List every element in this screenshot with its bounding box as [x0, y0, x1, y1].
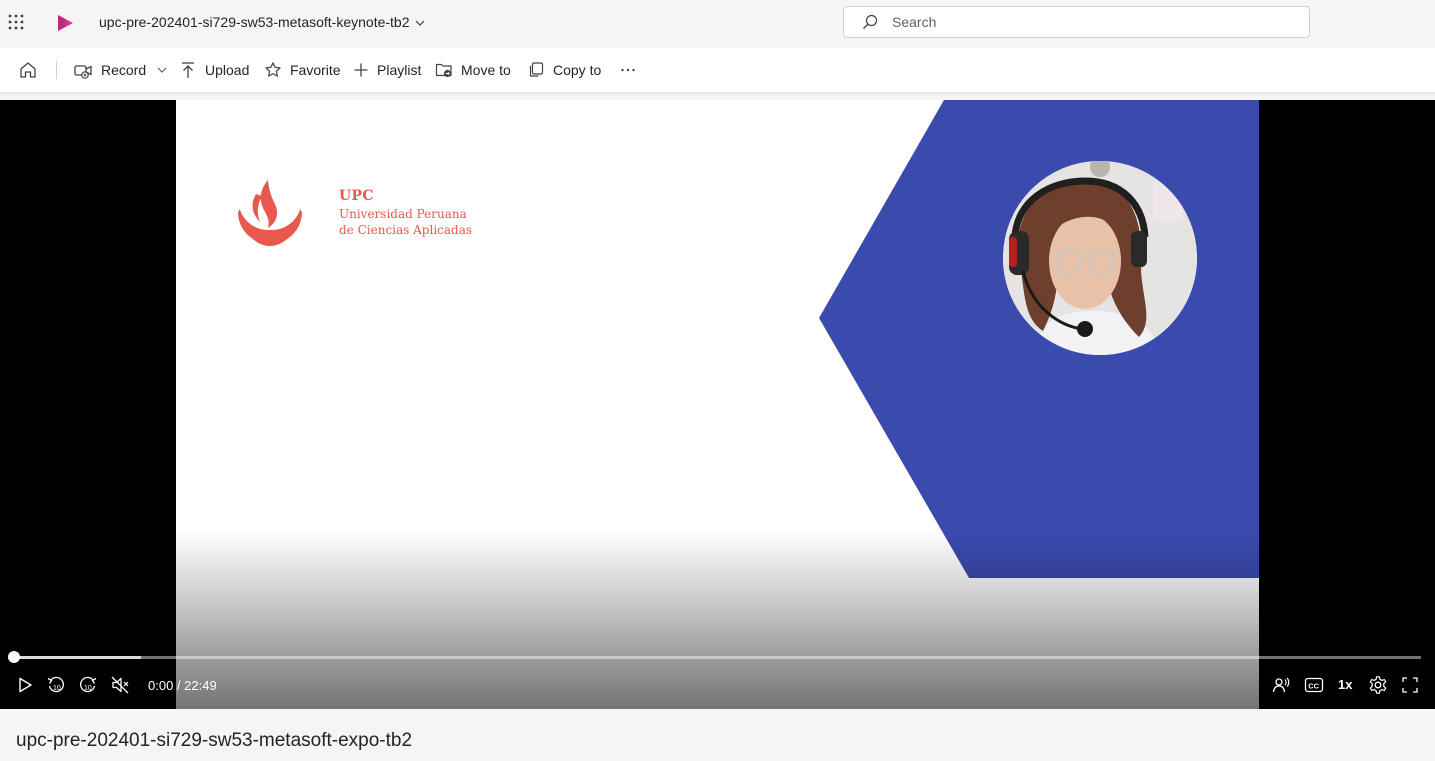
brand-line-2: de Ciencias Aplicadas: [339, 223, 473, 237]
settings-button[interactable]: [1367, 674, 1389, 696]
record-label: Record: [101, 62, 147, 78]
audio-description-button[interactable]: [1270, 674, 1292, 696]
chevron-down-icon: [157, 67, 167, 73]
time-separator: /: [173, 678, 185, 693]
playlist-label: Playlist: [377, 62, 422, 78]
mute-button[interactable]: [109, 674, 131, 696]
seek-bar[interactable]: [8, 651, 1421, 663]
playlist-button[interactable]: Playlist: [353, 48, 421, 92]
svg-text:10: 10: [53, 685, 61, 692]
document-title: upc-pre-202401-si729-sw53-metasoft-keyno…: [99, 14, 410, 30]
record-button[interactable]: Record: [73, 48, 168, 92]
rewind-10-button[interactable]: 10: [45, 674, 67, 696]
fullscreen-button[interactable]: [1399, 674, 1421, 696]
copy-icon: [529, 62, 544, 77]
search-input[interactable]: [890, 13, 1294, 31]
app-launcher-icon[interactable]: [8, 14, 24, 30]
stream-logo-icon[interactable]: [55, 13, 75, 33]
folder-move-icon: [435, 63, 452, 78]
copy-to-button[interactable]: Copy to: [527, 48, 601, 92]
audio-description-icon: [1272, 677, 1290, 693]
captions-button[interactable]: CC: [1303, 674, 1325, 696]
move-to-button[interactable]: Move to: [435, 48, 511, 92]
chevron-down-icon: [415, 20, 424, 26]
brand-name: UPC: [339, 188, 374, 204]
rewind-10-icon: 10: [47, 676, 64, 693]
play-icon: [19, 677, 32, 693]
buffered-range: [14, 656, 141, 659]
search-box[interactable]: [843, 6, 1310, 38]
play-button[interactable]: [14, 674, 36, 696]
favorite-button[interactable]: Favorite: [264, 48, 341, 92]
upload-button[interactable]: Upload: [179, 48, 249, 92]
more-icon: [621, 68, 635, 72]
fullscreen-icon: [1402, 677, 1418, 693]
mute-icon: [111, 676, 129, 694]
seek-thumb[interactable]: [8, 651, 20, 663]
favorite-label: Favorite: [290, 62, 341, 78]
svg-text:CC: CC: [1308, 681, 1319, 690]
upload-icon: [182, 62, 194, 78]
home-icon: [20, 62, 36, 78]
copy-to-label: Copy to: [553, 62, 602, 78]
move-to-label: Move to: [461, 62, 511, 78]
upc-brand-text: UPC Universidad Peruana de Ciencias Apli…: [339, 188, 472, 238]
record-icon: [74, 65, 92, 79]
search-icon: [863, 14, 878, 29]
presenter-webcam: [1003, 161, 1197, 355]
upload-label: Upload: [205, 62, 250, 78]
plus-icon: [354, 63, 368, 77]
playback-speed-button[interactable]: 1x: [1338, 677, 1352, 692]
more-options-button[interactable]: [620, 48, 636, 92]
video-player[interactable]: UPC Universidad Peruana de Ciencias Apli…: [0, 100, 1435, 709]
time-display: 0:00 / 22:49: [148, 678, 217, 693]
duration: 22:49: [184, 678, 217, 693]
svg-text:10: 10: [84, 685, 92, 692]
current-time: 0:00: [148, 678, 174, 693]
brand-line-1: Universidad Peruana: [339, 207, 467, 221]
top-bar: upc-pre-202401-si729-sw53-metasoft-keyno…: [0, 0, 1435, 46]
toolbar-divider: [56, 61, 57, 79]
forward-10-icon: 10: [80, 676, 97, 693]
captions-icon: CC: [1304, 677, 1324, 693]
video-title: upc-pre-202401-si729-sw53-metasoft-expo-…: [16, 730, 413, 751]
document-title-dropdown[interactable]: upc-pre-202401-si729-sw53-metasoft-keyno…: [99, 14, 426, 30]
settings-icon: [1369, 676, 1387, 694]
home-button[interactable]: [18, 48, 38, 92]
forward-10-button[interactable]: 10: [77, 674, 99, 696]
star-icon: [265, 62, 281, 77]
upc-logo: [234, 178, 306, 255]
command-bar: Record Upload Favorite Playlist Move to: [0, 48, 1435, 93]
